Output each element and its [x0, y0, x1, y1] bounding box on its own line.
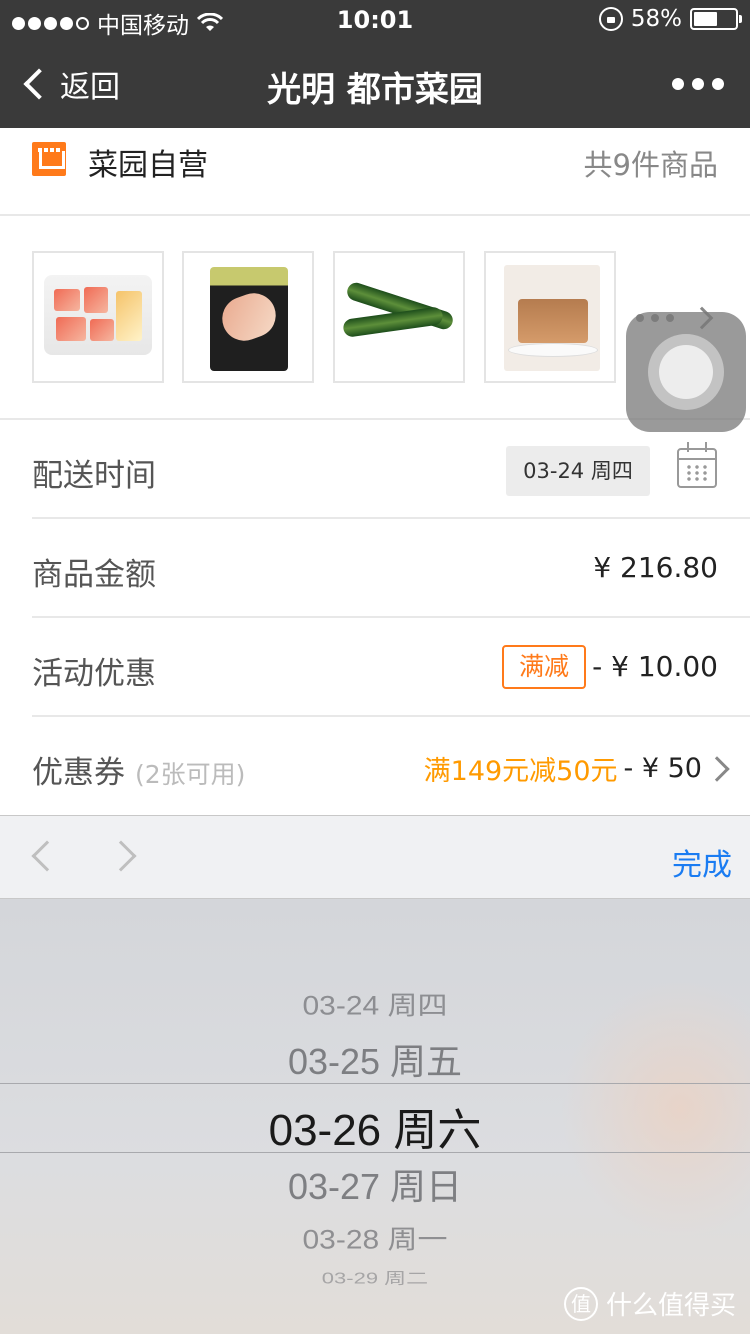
packaged-meat-product-image[interactable]	[182, 251, 314, 383]
battery-percent: 58%	[630, 6, 682, 32]
promotion-row: 活动优惠 满减 - ¥ 10.00	[32, 618, 750, 717]
coupon-label-group: 优惠券 (2张可用)	[32, 747, 245, 792]
picker-option[interactable]: 03-25 周五	[0, 1033, 750, 1085]
navigation-bar: 返回 光明 都市菜园	[0, 40, 750, 128]
store-name: 菜园自营	[88, 148, 208, 183]
next-field-button[interactable]	[105, 840, 137, 872]
promotion-value: - ¥ 10.00	[592, 650, 718, 683]
more-menu-button[interactable]	[672, 78, 724, 90]
assistive-touch-button[interactable]	[626, 312, 746, 432]
picker-option[interactable]: 03-24 周四	[0, 984, 750, 1023]
delivery-time-row: 配送时间 03-24 周四	[32, 420, 750, 519]
calendar-icon[interactable]	[677, 442, 717, 488]
pancake-product-image[interactable]	[484, 251, 616, 383]
watermark-text: 什么值得买	[605, 1291, 736, 1321]
picker-option[interactable]: 03-28 周一	[0, 1218, 750, 1257]
item-count: 共9件商品	[583, 148, 718, 182]
previous-field-button[interactable]	[31, 840, 63, 872]
orientation-lock-icon	[598, 7, 623, 31]
date-picker[interactable]: 03-24 周四 03-25 周五 03-26 周六 03-27 周日 03-2…	[0, 899, 750, 1334]
picker-option[interactable]: 03-27 周日	[0, 1158, 750, 1210]
store-header: 菜园自营 共9件商品	[0, 128, 750, 216]
picker-toolbar: 完成	[0, 815, 750, 899]
coupon-availability: (2张可用)	[135, 760, 246, 789]
store-icon	[32, 142, 66, 176]
cucumber-product-image[interactable]	[333, 251, 465, 383]
coupon-value-group[interactable]: 满149元减50元 - ¥ 50	[423, 749, 730, 788]
battery-level	[694, 12, 718, 26]
amount-row: 商品金额 ¥ 216.80	[32, 519, 750, 618]
meat-tray-product-image[interactable]	[32, 251, 164, 383]
coupon-row[interactable]: 优惠券 (2张可用) 满149元减50元 - ¥ 50	[32, 717, 750, 816]
more-dot-icon	[672, 78, 684, 90]
picker-option-selected[interactable]: 03-26 周六	[0, 1094, 750, 1158]
done-button[interactable]: 完成	[672, 840, 732, 884]
chevron-right-icon	[704, 755, 730, 782]
watermark-logo-icon: 值	[563, 1286, 598, 1321]
watermark: 值 什么值得买	[563, 1285, 736, 1322]
delivery-label: 配送时间	[32, 458, 156, 494]
coupon-label: 优惠券	[32, 755, 125, 791]
amount-value: ¥ 216.80	[593, 551, 718, 584]
more-dot-icon	[692, 78, 704, 90]
status-bar: 中国移动 10:01 58%	[0, 0, 750, 40]
coupon-amount: - ¥ 50	[623, 753, 702, 784]
top-bar: 中国移动 10:01 58% 返回 光明 都市菜园	[0, 0, 750, 128]
promotion-label: 活动优惠	[32, 656, 156, 692]
more-dot-icon	[712, 78, 724, 90]
coupon-promo: 满149元减50元	[423, 756, 618, 787]
battery-icon	[690, 8, 742, 30]
delivery-date-field[interactable]: 03-24 周四	[506, 446, 650, 496]
page-title: 光明 都市菜园	[267, 70, 483, 110]
status-right: 58%	[598, 6, 742, 32]
promotion-tag: 满减	[502, 645, 586, 689]
amount-label: 商品金额	[32, 557, 156, 593]
